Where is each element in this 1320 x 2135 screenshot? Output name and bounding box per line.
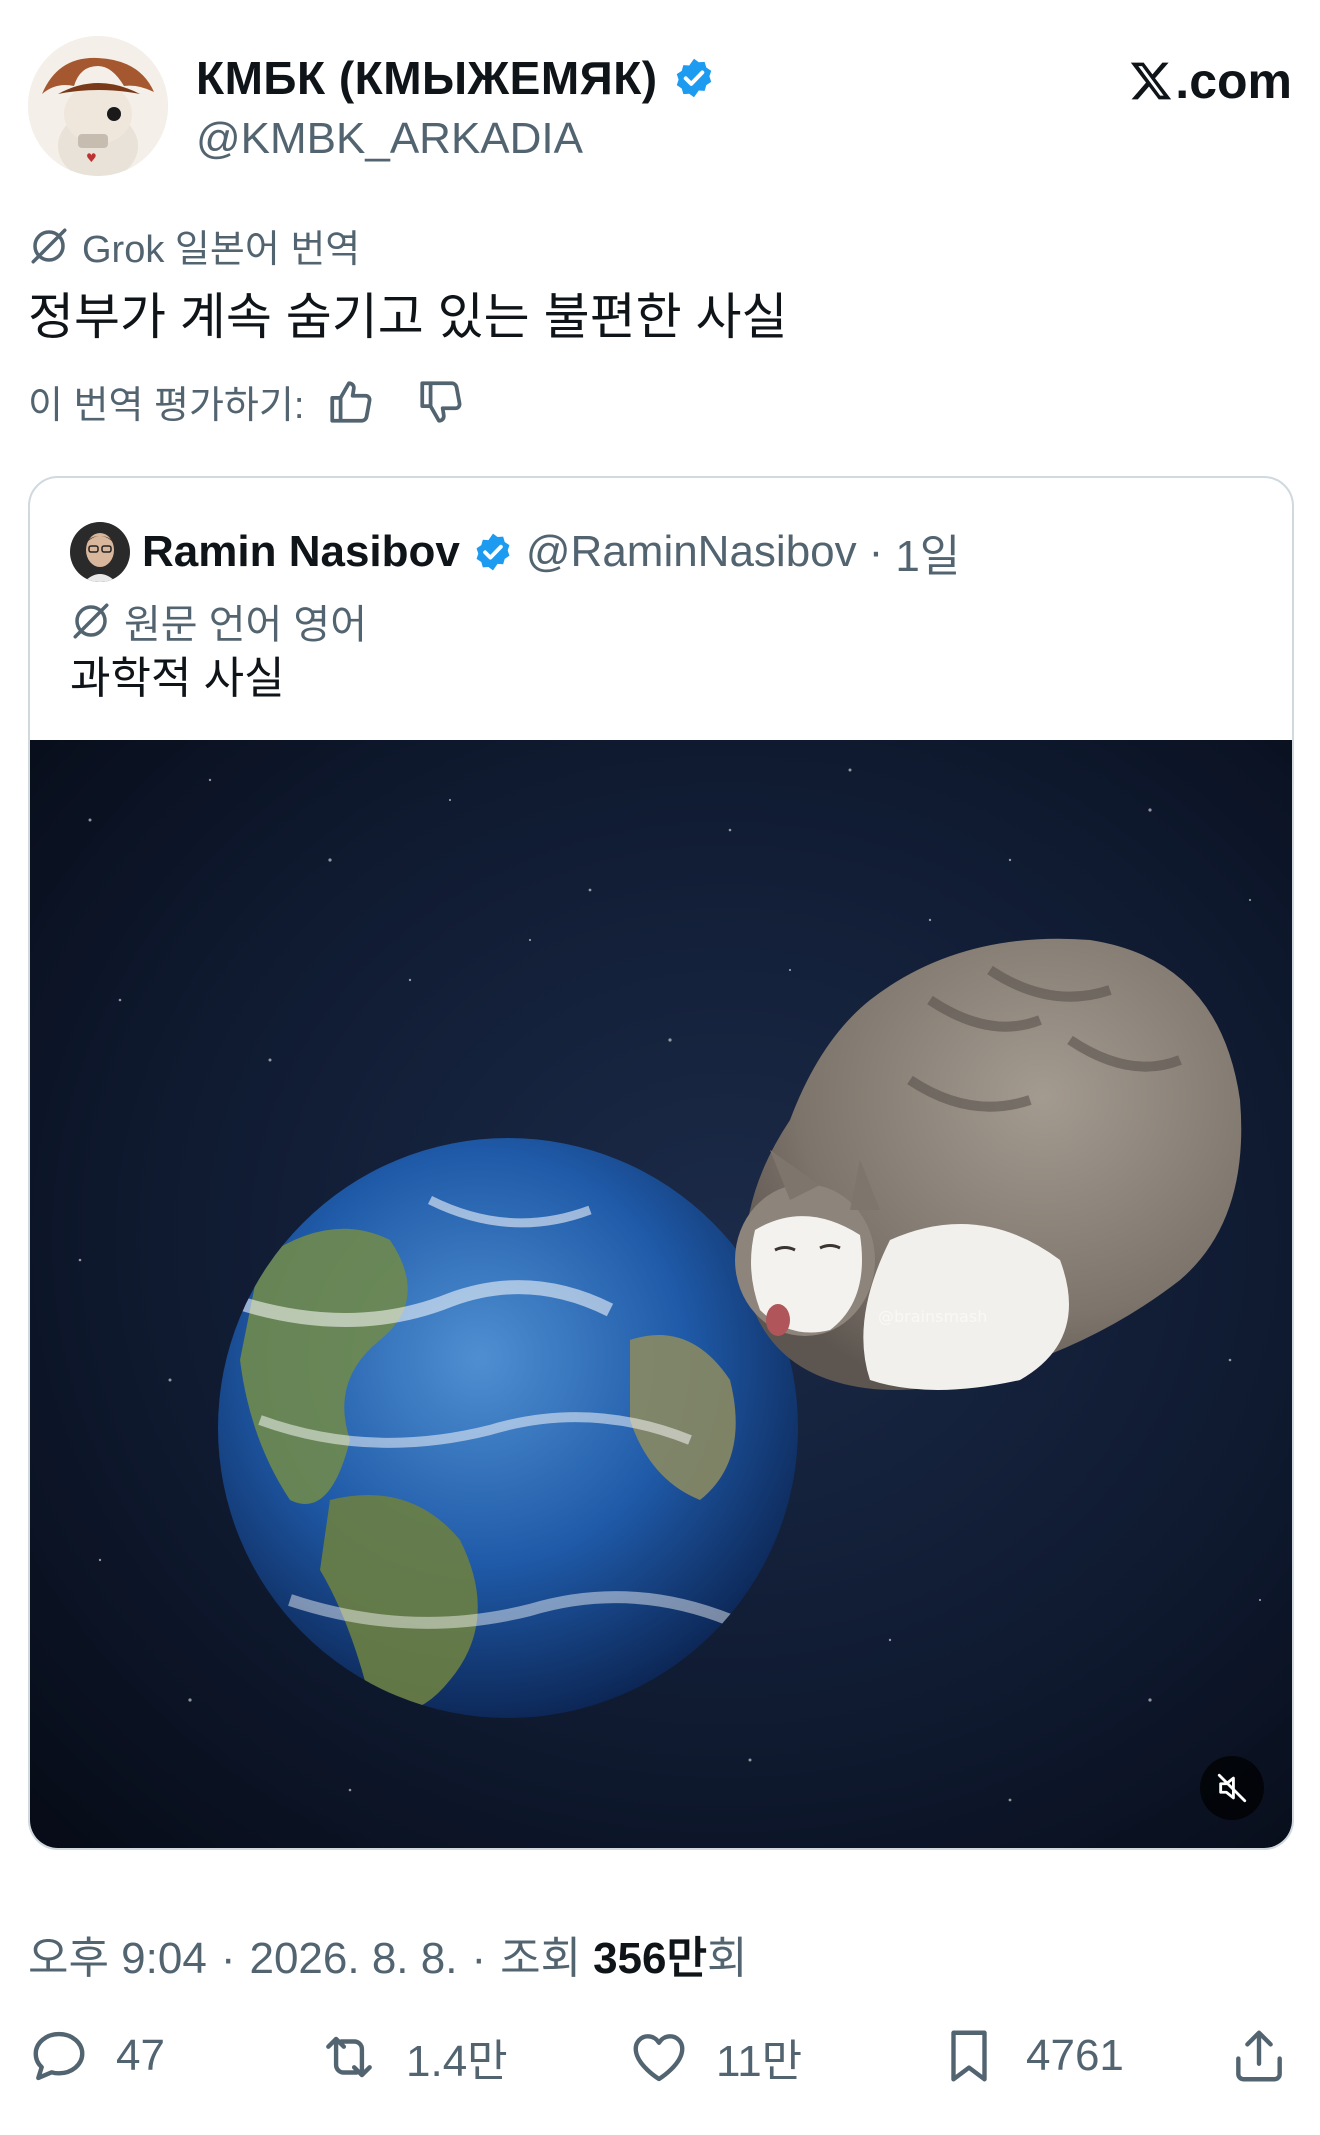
- reply-count: 47: [116, 2031, 165, 2080]
- svg-text:♥: ♥: [86, 151, 97, 165]
- x-logo-icon: [1131, 62, 1172, 100]
- share-button[interactable]: [1228, 2025, 1290, 2087]
- post-header: ♥ КМБК (КМЫЖЕМЯК) @KMBK_ARKADIA .com: [28, 36, 1292, 176]
- author-handle[interactable]: @KMBK_ARKADIA: [196, 112, 716, 166]
- separator-dot: ·: [868, 527, 884, 576]
- x-brand[interactable]: .com: [1129, 52, 1292, 110]
- author-name-row: КМБК (КМЫЖЕМЯК): [196, 50, 716, 106]
- rate-translation-label: 이 번역 평가하기:: [28, 385, 305, 427]
- repost-icon: [326, 2036, 372, 2078]
- bookmark-icon: [951, 2030, 987, 2082]
- bookmark-count: 4761: [1026, 2031, 1124, 2080]
- separator-dot: ·: [471, 1934, 487, 1983]
- repost-button[interactable]: 1.4만: [318, 2025, 508, 2089]
- quoted-language: 원문 언어 영어: [70, 592, 367, 650]
- verified-badge-icon: [676, 58, 711, 98]
- rate-translation: 이 번역 평가하기:: [28, 374, 466, 429]
- thumbs-up-icon[interactable]: [326, 377, 376, 427]
- like-count: 11만: [716, 2037, 803, 2086]
- author-info: КМБК (КМЫЖЕМЯК) @KMBK_ARKADIA: [196, 50, 716, 166]
- like-button[interactable]: 11만: [628, 2025, 802, 2089]
- views-count: 356만: [593, 1934, 707, 1983]
- translation-source: Grok 일본어 번역: [28, 218, 360, 273]
- quoted-author-avatar[interactable]: [70, 522, 130, 582]
- muted-speaker-icon: [1217, 1773, 1247, 1803]
- quoted-author-handle[interactable]: @RaminNasibov: [526, 527, 857, 577]
- verified-badge-icon: [476, 533, 510, 571]
- post-time[interactable]: 오후 9:04: [28, 1922, 207, 1986]
- thumbs-down-icon[interactable]: [416, 377, 466, 427]
- author-avatar[interactable]: ♥: [28, 36, 168, 176]
- separator-dot: ·: [220, 1934, 236, 1983]
- quoted-author-name[interactable]: Ramin Nasibov: [142, 527, 460, 577]
- author-name[interactable]: КМБК (КМЫЖЕМЯК): [196, 50, 658, 106]
- quoted-post-time[interactable]: 1일: [895, 520, 960, 584]
- repost-count: 1.4만: [406, 2037, 508, 2086]
- share-icon: [1236, 2030, 1282, 2082]
- bookmark-button[interactable]: 4761: [938, 2025, 1124, 2087]
- heart-icon: [633, 2034, 685, 2082]
- translation-source-label: Grok 일본어 번역: [82, 229, 361, 271]
- reply-button[interactable]: 47: [28, 2025, 165, 2087]
- quoted-post-header: Ramin Nasibov @RaminNasibov · 1일: [70, 520, 960, 584]
- grok-icon: [31, 228, 67, 263]
- post-meta: 오후 9:04 · 2026. 8. 8. · 조회 356만회: [28, 1922, 747, 1986]
- quoted-post-video[interactable]: @brainsmash: [30, 740, 1292, 1848]
- views-label: 조회: [500, 1934, 582, 1983]
- video-watermark: @brainsmash: [878, 1307, 987, 1326]
- action-bar: 47 1.4만 11만 4761: [28, 2025, 1292, 2095]
- x-brand-label: .com: [1175, 53, 1292, 109]
- reply-icon: [33, 2031, 85, 2081]
- grok-icon: [73, 603, 109, 639]
- quoted-language-label: 원문 언어 영어: [124, 603, 368, 647]
- quoted-post[interactable]: Ramin Nasibov @RaminNasibov · 1일 원문 언어 영…: [28, 476, 1294, 1850]
- mute-button[interactable]: [1200, 1756, 1264, 1820]
- post-text: 정부가 계속 숨기고 있는 불편한 사실: [28, 289, 788, 345]
- views-suffix: 회: [706, 1934, 748, 1983]
- post-date[interactable]: 2026. 8. 8.: [249, 1934, 457, 1984]
- quoted-post-text: 과학적 사실: [70, 654, 285, 703]
